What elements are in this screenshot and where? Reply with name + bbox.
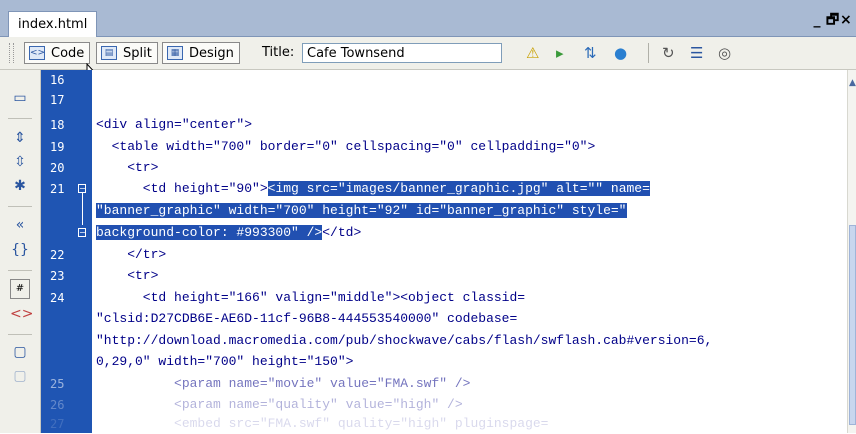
code-text: </tr> xyxy=(96,247,167,262)
file-management-icon[interactable]: ▸ xyxy=(556,44,564,62)
validate-markup-icon[interactable]: ⇅ xyxy=(584,44,597,62)
toolbar-separator xyxy=(648,43,649,63)
visual-aids-icon[interactable]: ◎ xyxy=(718,44,731,62)
split-view-icon: ▤ xyxy=(101,46,117,60)
line-number: 24 xyxy=(50,291,65,305)
view-options-icon[interactable]: ☰ xyxy=(690,44,703,62)
no-browser-check-errors-icon[interactable]: ⚠ xyxy=(526,44,539,62)
code-line: "clsid:D27CDB6E-AE6D-11cf-96B8-444553540… xyxy=(0,309,856,329)
code-text: <table width="700" border="0" cellspacin… xyxy=(96,139,596,154)
code-line: 27 <embed src="FMA.swf" quality="high" p… xyxy=(0,414,856,434)
collapse-marker-icon[interactable]: − xyxy=(78,184,86,193)
code-text: <tr> xyxy=(96,160,159,175)
code-line: 16 xyxy=(0,70,856,90)
window-controls: _ 🗗× xyxy=(812,9,854,33)
line-number: 23 xyxy=(50,269,65,283)
document-tab-bar: index.html _ 🗗× xyxy=(0,0,856,37)
code-line: 17 xyxy=(0,90,856,110)
code-text: <td height="90"><img src="images/banner_… xyxy=(96,181,650,196)
code-text: <embed src="FMA.swf" quality="high" plug… xyxy=(96,416,549,431)
code-text: <td height="166" valign="middle"><object… xyxy=(96,290,526,305)
code-line: 21 − <td height="90"><img src="images/ba… xyxy=(0,179,856,199)
title-label: Title: xyxy=(262,45,295,60)
code-line: "banner_graphic" width="700" height="92"… xyxy=(0,201,856,221)
line-number: 18 xyxy=(50,118,65,132)
split-view-button[interactable]: ▤ Split xyxy=(96,42,158,64)
design-view-label: Design xyxy=(189,46,234,61)
code-text: <param name="movie" value="FMA.swf" /> xyxy=(96,376,471,391)
code-line: 23 <tr> xyxy=(0,266,856,286)
minimize-icon[interactable]: _ xyxy=(812,12,826,28)
preview-in-browser-icon[interactable]: ● xyxy=(614,44,627,62)
code-line: 26 <param name="quality" value="high" /> xyxy=(0,395,856,415)
code-view-button[interactable]: <> Code xyxy=(24,42,91,64)
code-text: <tr> xyxy=(96,268,159,283)
toolbar-grip[interactable] xyxy=(9,43,14,63)
code-line: 24 <td height="166" valign="middle"><obj… xyxy=(0,288,856,308)
line-number: 19 xyxy=(50,140,65,154)
document-tab[interactable]: index.html xyxy=(8,11,98,37)
code-text: background-color: #993300" /></td> xyxy=(96,225,362,240)
line-number: 25 xyxy=(50,377,65,391)
collapse-marker-icon[interactable]: − xyxy=(78,228,86,237)
design-view-button[interactable]: ▦ Design xyxy=(162,42,240,64)
line-number: 20 xyxy=(50,161,65,175)
document-toolbar: <> Code ▤ Split ▦ Design Title: ⚠ ▸ ⇅ ● … xyxy=(0,37,856,70)
code-text: 0,29,0" width="700" height="150"> xyxy=(96,354,354,369)
line-number: 17 xyxy=(50,93,65,107)
refresh-icon[interactable]: ↻ xyxy=(662,44,675,62)
code-line: − background-color: #993300" /></td> xyxy=(0,223,856,243)
title-input[interactable] xyxy=(302,43,502,63)
line-number: 16 xyxy=(50,73,65,87)
line-number: 21 xyxy=(50,182,65,196)
selected-code: "banner_graphic" width="700" height="92"… xyxy=(96,203,627,218)
code-text: <div align="center"> xyxy=(96,117,253,132)
design-view-icon: ▦ xyxy=(167,46,183,60)
code-view-label: Code xyxy=(51,46,85,61)
code-line: 18 <div align="center"> xyxy=(0,115,856,135)
code-text: "http://download.macromedia.com/pub/shoc… xyxy=(96,333,713,348)
selected-code: <img src="images/banner_graphic.jpg" alt… xyxy=(267,181,650,196)
code-text: "clsid:D27CDB6E-AE6D-11cf-96B8-444553540… xyxy=(96,311,518,326)
code-line: 19 <table width="700" border="0" cellspa… xyxy=(0,137,856,157)
restore-icon[interactable]: 🗗 xyxy=(826,9,840,33)
code-line: 20 <tr> xyxy=(0,158,856,178)
code-line: 25 <param name="movie" value="FMA.swf" /… xyxy=(0,374,856,394)
code-view-icon: <> xyxy=(29,46,46,60)
code-line: 22 </tr> xyxy=(0,245,856,265)
line-number: 27 xyxy=(50,417,65,431)
line-number: 22 xyxy=(50,248,65,262)
code-text: "banner_graphic" width="700" height="92"… xyxy=(96,201,627,221)
close-icon[interactable]: × xyxy=(840,12,854,28)
split-view-label: Split xyxy=(123,46,152,61)
code-text: <param name="quality" value="high" /> xyxy=(96,397,463,412)
code-line: "http://download.macromedia.com/pub/shoc… xyxy=(0,331,856,351)
code-line: 0,29,0" width="700" height="150"> xyxy=(0,352,856,372)
selected-code: background-color: #993300" /> xyxy=(96,225,323,240)
line-number: 26 xyxy=(50,398,65,412)
